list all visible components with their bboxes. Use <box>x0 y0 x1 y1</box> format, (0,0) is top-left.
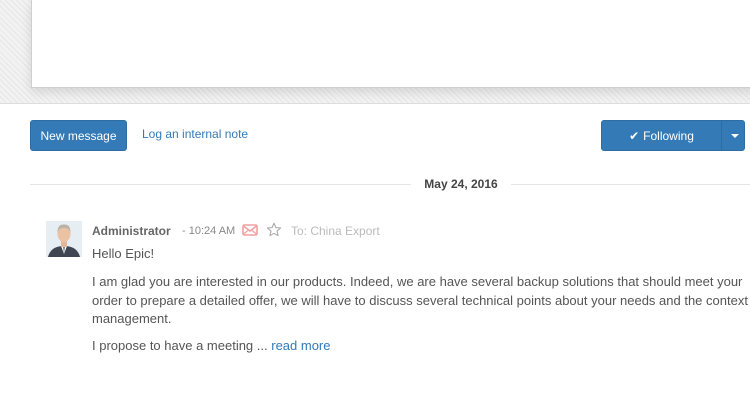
followers-dropdown-button[interactable] <box>721 120 745 151</box>
date-separator-line <box>30 184 750 185</box>
message-time: - 10:24 AM <box>182 225 236 237</box>
message-greeting: Hello Epic! <box>92 246 155 261</box>
read-more-link[interactable]: read more <box>271 338 330 353</box>
avatar[interactable] <box>46 221 82 257</box>
message-author[interactable]: Administrator <box>92 224 171 238</box>
envelope-icon <box>242 224 258 236</box>
new-message-button[interactable]: New message <box>30 120 127 151</box>
log-note-link[interactable]: Log an internal note <box>142 127 248 141</box>
message-body-line: I am glad you are interested in our prod… <box>92 274 743 289</box>
message-body-line: management. <box>92 311 172 326</box>
chatter-panel: New message Log an internal note ✔ Follow… <box>0 104 750 400</box>
date-separator-label: May 24, 2016 <box>411 177 511 191</box>
check-icon: ✔ <box>629 128 640 143</box>
message-body-line: order to prepare a detailed offer, we wi… <box>92 293 748 308</box>
message-teaser: I propose to have a meeting ... read mor… <box>92 338 330 353</box>
following-button[interactable]: ✔ Following <box>601 120 722 151</box>
following-label: Following <box>643 128 694 143</box>
form-background <box>0 0 750 104</box>
form-sheet <box>31 0 750 88</box>
message-recipient: To: China Export <box>291 224 380 238</box>
star-icon[interactable] <box>266 222 282 238</box>
message-teaser-text: I propose to have a meeting ... <box>92 338 268 353</box>
caret-down-icon <box>731 134 739 138</box>
